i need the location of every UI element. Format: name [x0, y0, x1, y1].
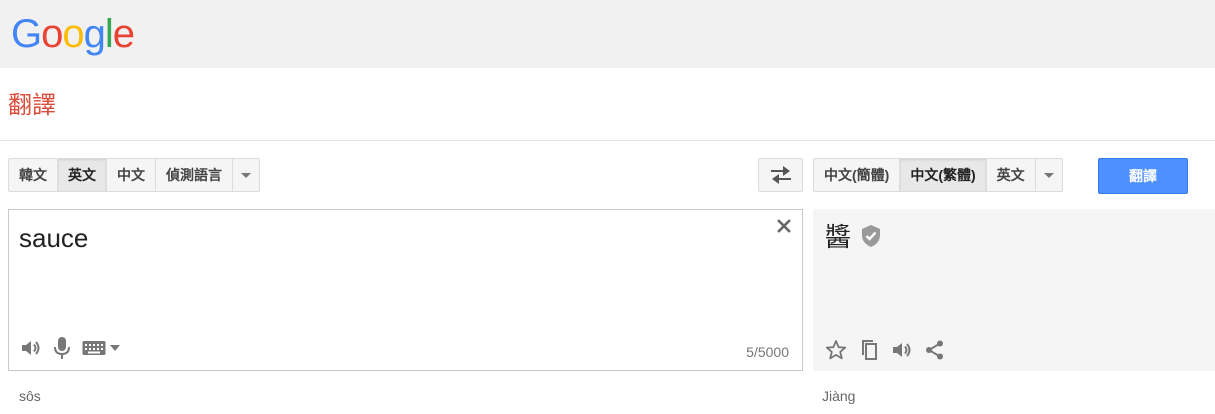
- target-lang-english[interactable]: 英文: [986, 158, 1036, 192]
- chevron-down-icon: [241, 172, 251, 178]
- target-language-bar: 中文(簡體) 中文(繁體) 英文: [813, 158, 1063, 192]
- google-logo[interactable]: Google: [11, 10, 135, 58]
- logo-letter: l: [104, 12, 114, 56]
- source-lang-korean[interactable]: 韓文: [8, 158, 58, 192]
- speaker-icon[interactable]: [891, 340, 913, 360]
- top-bar: Google: [0, 0, 1215, 68]
- source-lang-detect[interactable]: 偵測語言: [156, 158, 233, 192]
- translate-button[interactable]: 翻譯: [1098, 158, 1188, 194]
- source-lang-dropdown[interactable]: [233, 158, 260, 192]
- share-icon[interactable]: [925, 340, 945, 360]
- source-input-box[interactable]: sauce 5/5000: [8, 209, 803, 371]
- logo-letter: G: [11, 12, 42, 56]
- translation-output-box: 醬: [813, 209, 1215, 371]
- source-transliteration: sôs: [19, 388, 41, 404]
- translation-toolbar: [825, 339, 945, 361]
- target-lang-chinese-traditional[interactable]: 中文(繁體): [900, 158, 987, 192]
- divider: [0, 140, 1215, 141]
- close-icon[interactable]: [776, 218, 792, 234]
- copy-icon[interactable]: [859, 339, 879, 361]
- keyboard-icon[interactable]: [82, 340, 106, 356]
- verified-shield-icon[interactable]: [860, 224, 882, 248]
- source-text[interactable]: sauce: [19, 220, 88, 256]
- logo-letter: o: [62, 12, 84, 56]
- microphone-icon[interactable]: [52, 336, 72, 360]
- source-language-bar: 韓文 英文 中文 偵測語言: [8, 158, 260, 192]
- source-lang-english[interactable]: 英文: [58, 158, 107, 192]
- logo-letter: g: [83, 12, 106, 56]
- logo-letter: e: [112, 12, 135, 56]
- speaker-icon[interactable]: [20, 338, 42, 358]
- target-lang-dropdown[interactable]: [1035, 158, 1063, 192]
- translated-text: 醬: [825, 223, 852, 253]
- logo-letter: o: [41, 12, 63, 56]
- swap-languages-button[interactable]: [758, 158, 803, 192]
- target-lang-chinese-simplified[interactable]: 中文(簡體): [813, 158, 901, 192]
- swap-icon: [770, 166, 791, 184]
- chevron-down-icon[interactable]: [110, 345, 120, 351]
- target-transliteration: Jiàng: [822, 388, 856, 404]
- source-lang-chinese[interactable]: 中文: [107, 158, 156, 192]
- chevron-down-icon: [1043, 172, 1054, 178]
- star-icon[interactable]: [825, 339, 847, 361]
- source-toolbar: [20, 336, 120, 360]
- page-title: 翻譯: [8, 92, 56, 119]
- character-counter: 5/5000: [746, 344, 789, 360]
